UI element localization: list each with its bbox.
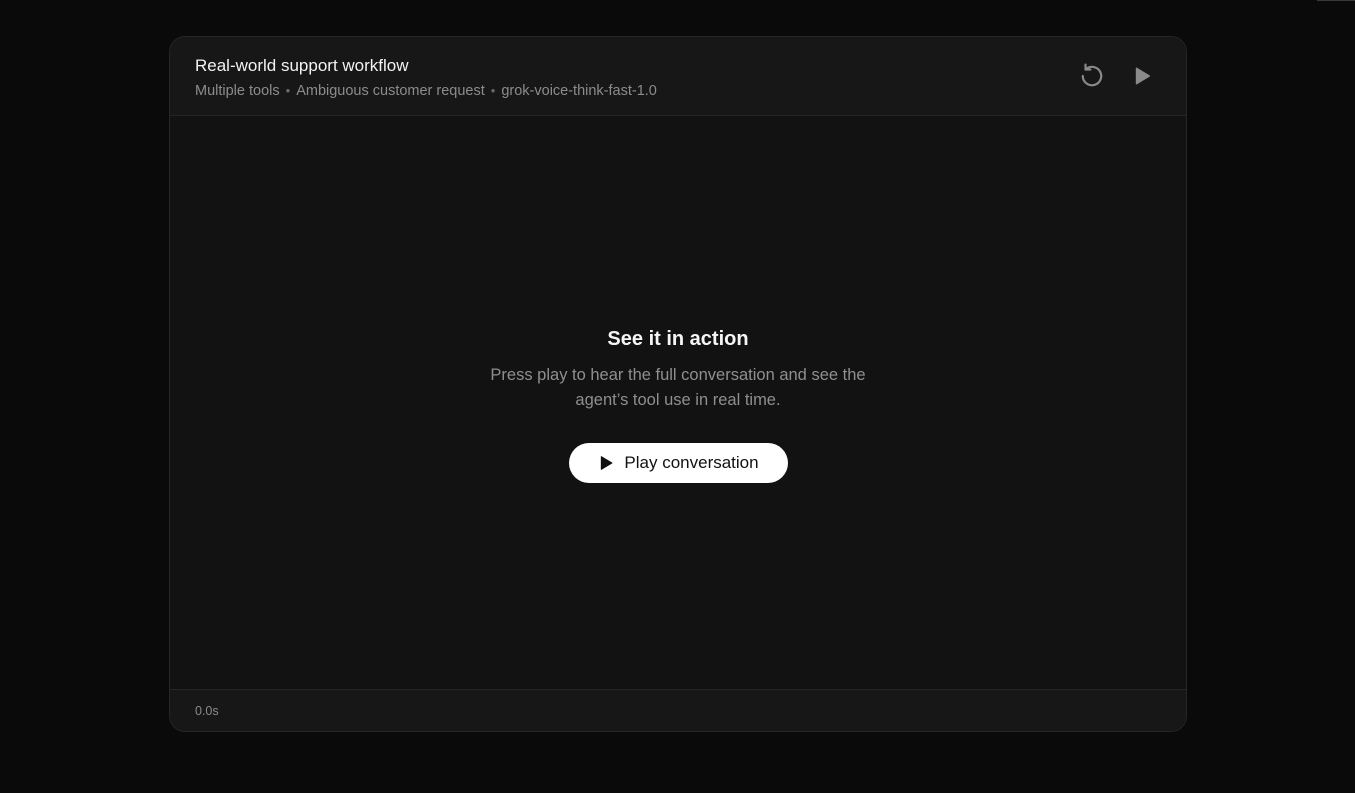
top-edge-line: [1317, 0, 1355, 1]
card-title: Real-world support workflow: [195, 56, 409, 75]
tag-multiple-tools: Multiple tools: [195, 83, 280, 99]
call-to-action: See it in action Press play to hear the …: [170, 327, 1186, 413]
cta-heading: See it in action: [607, 328, 749, 350]
cta-description: Press play to hear the full conversation…: [490, 366, 866, 409]
tag-ambiguous-request: Ambiguous customer request: [296, 83, 485, 99]
tag-separator: •: [285, 83, 291, 98]
restart-icon: [1081, 63, 1103, 87]
card-header: Real-world support workflow Multiple too…: [170, 37, 1186, 116]
restart-button[interactable]: [1076, 60, 1108, 92]
tag-separator: •: [490, 83, 496, 98]
play-conversation-button[interactable]: Play conversation: [569, 443, 788, 483]
demo-card: Real-world support workflow Multiple too…: [169, 36, 1187, 732]
play-conversation-label: Play conversation: [624, 453, 759, 472]
play-icon: [1135, 67, 1151, 85]
tag-model-name: grok-voice-think-fast-1.0: [501, 83, 657, 99]
header-play-button[interactable]: [1126, 60, 1158, 92]
card-footer: 0.0s: [170, 689, 1186, 731]
elapsed-time: 0.0s: [195, 704, 219, 718]
play-icon: [601, 456, 613, 470]
card-subtitle: Multiple tools • Ambiguous customer requ…: [195, 82, 657, 100]
